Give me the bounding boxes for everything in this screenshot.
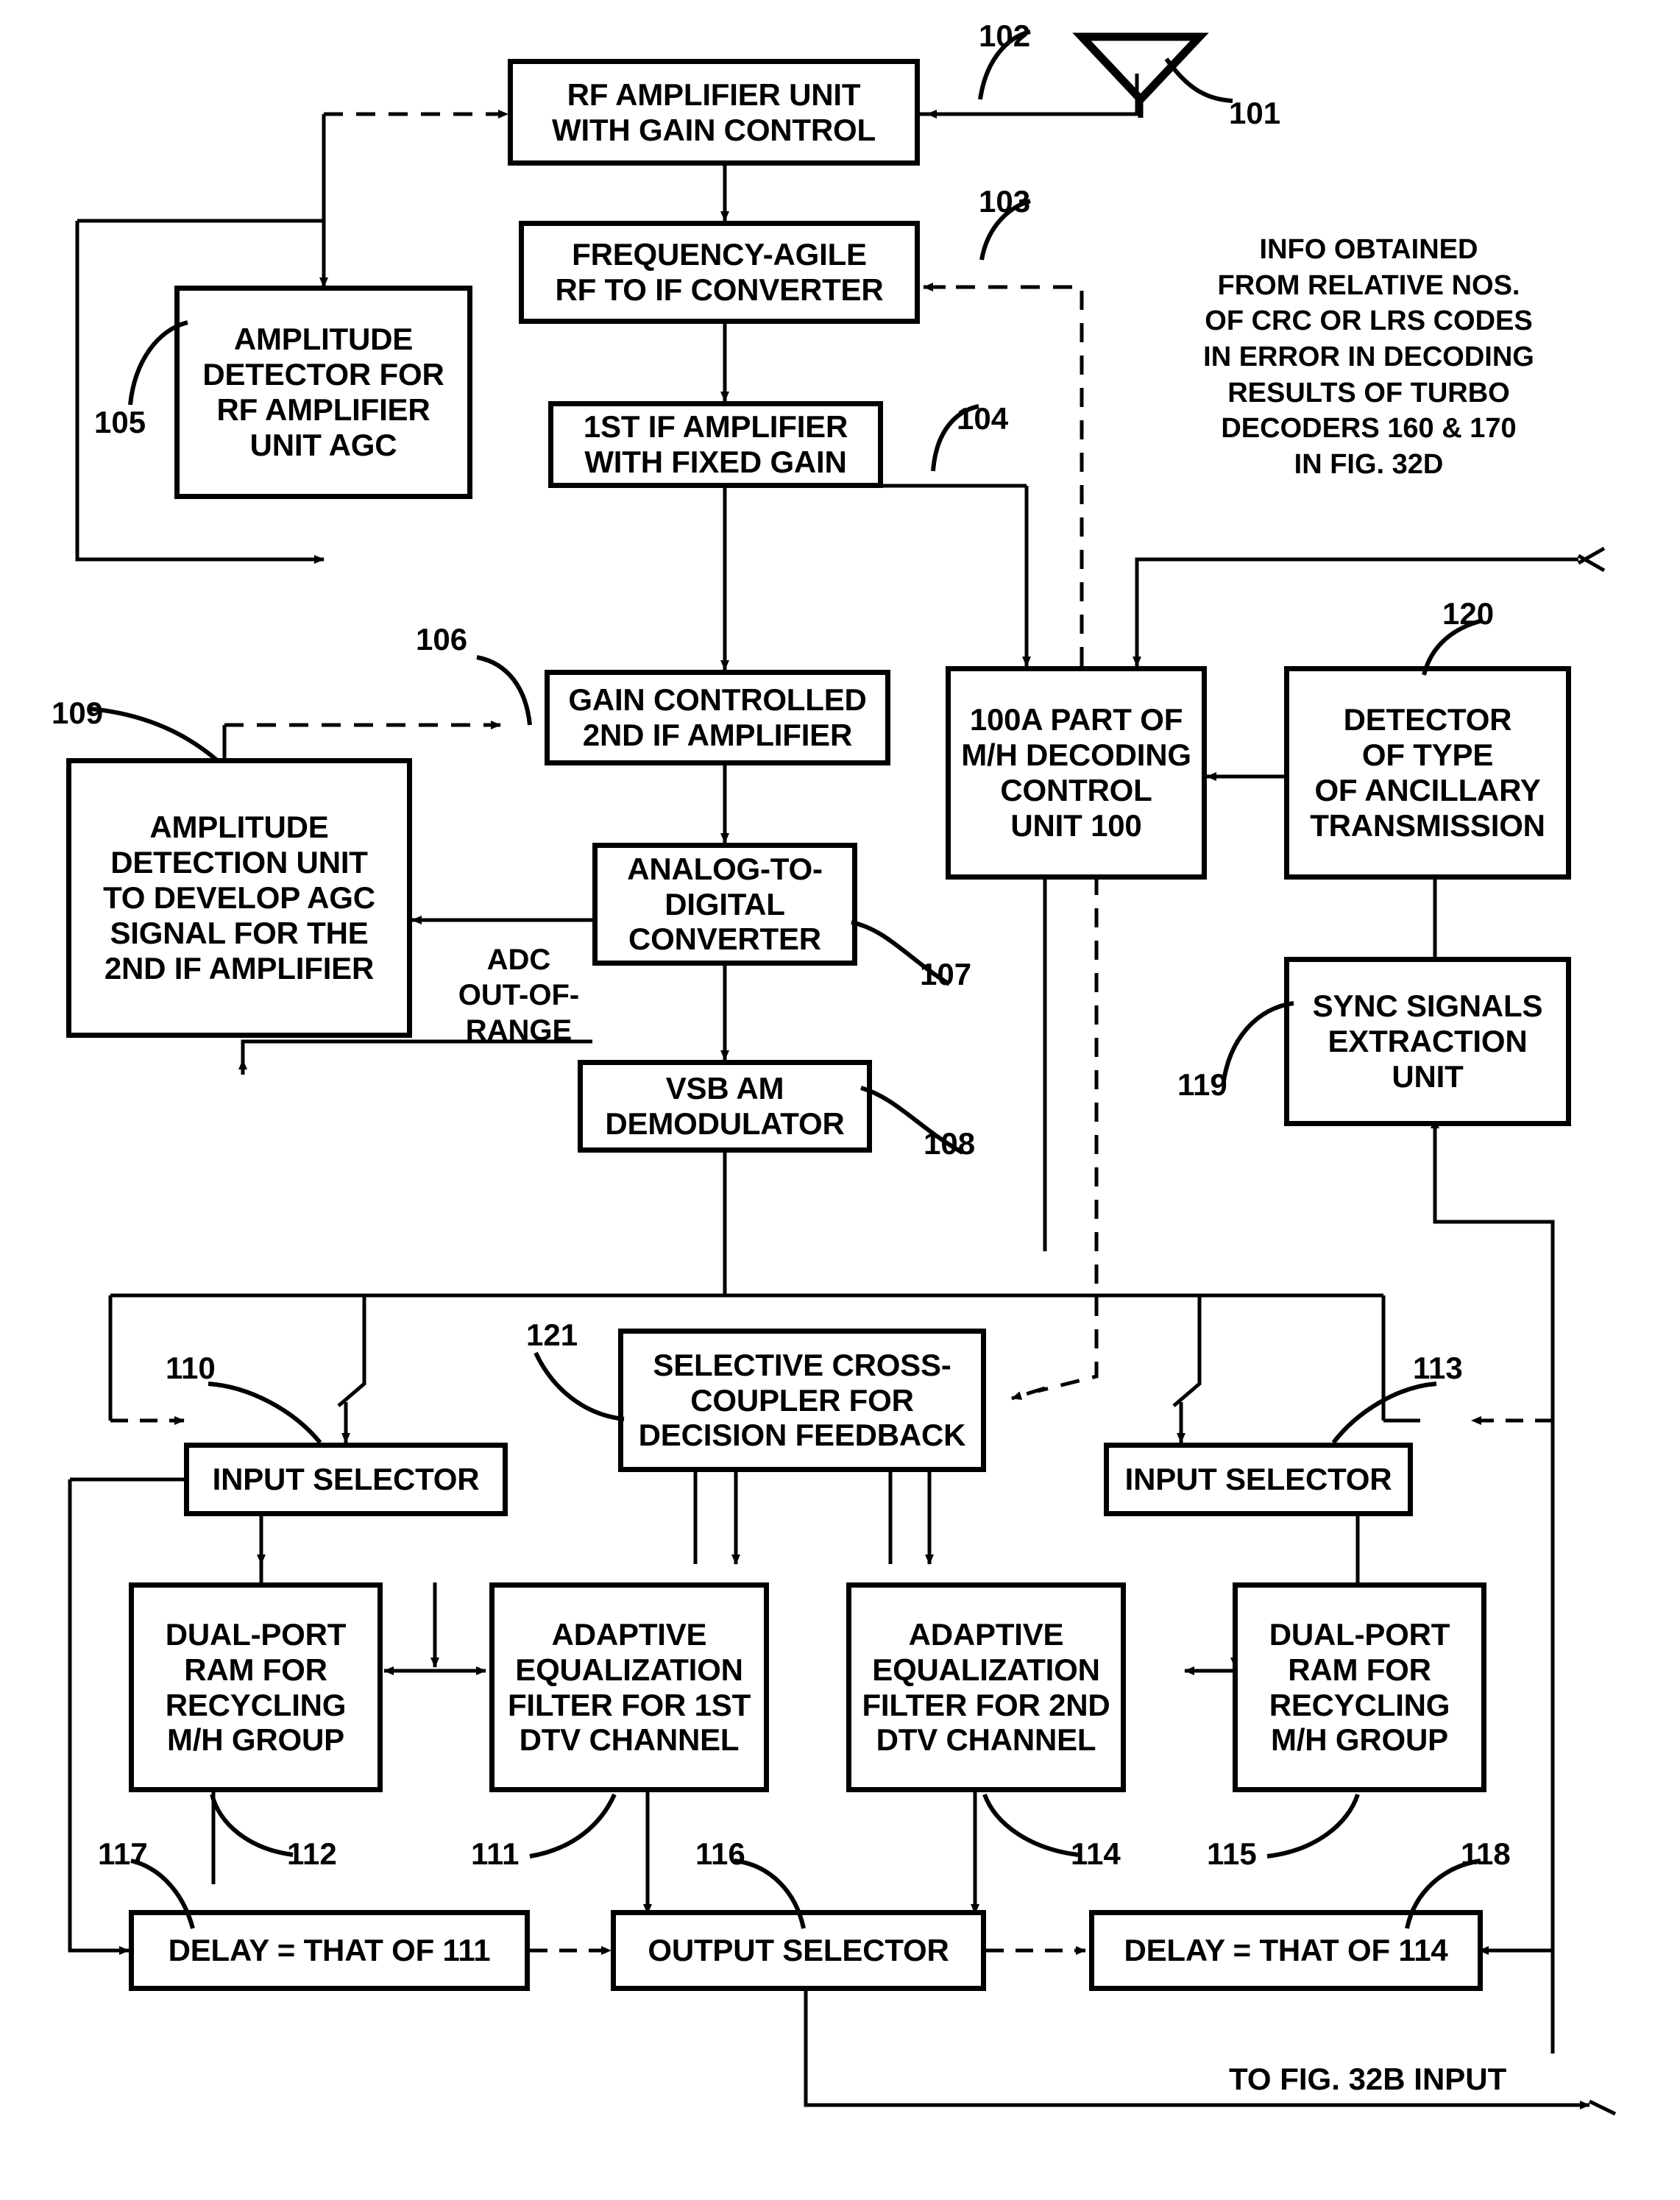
- ref-leader-109: [90, 707, 219, 763]
- ref-116: 116: [695, 1836, 745, 1871]
- ref-119: 119: [1177, 1067, 1227, 1102]
- ref-leader-113: [1331, 1382, 1437, 1444]
- block-ancillary-type-detector-label: DETECTOR OF TYPE OF ANCILLARY TRANSMISSI…: [1310, 702, 1545, 843]
- ref-109: 109: [52, 696, 104, 730]
- block-adaptive-filter-1st-label: ADAPTIVE EQUALIZATION FILTER FOR 1ST DTV…: [507, 1616, 751, 1758]
- block-input-selector-left-label: INPUT SELECTOR: [212, 1462, 480, 1497]
- ref-115: 115: [1207, 1836, 1257, 1871]
- ref-111: 111: [471, 1836, 520, 1871]
- ref-112: 112: [287, 1836, 337, 1871]
- block-delay-right-label: DELAY = THAT OF 114: [1124, 1933, 1448, 1968]
- ref-105: 105: [94, 405, 146, 439]
- block-analog-to-digital-converter-label: ANALOG-TO- DIGITAL CONVERTER: [627, 851, 823, 957]
- ref-106: 106: [416, 622, 468, 657]
- to-fig-32b-label: TO FIG. 32B INPUT: [1229, 2062, 1507, 2096]
- diagram-canvas: 101 RF AMPLIFIER UNIT WITH GAIN CONTROL …: [0, 0, 1680, 2200]
- block-adaptive-filter-2nd-label: ADAPTIVE EQUALIZATION FILTER FOR 2ND DTV…: [862, 1616, 1110, 1758]
- ref-108: 108: [924, 1126, 976, 1161]
- ref-102: 102: [979, 18, 1031, 53]
- block-dual-port-ram-left[interactable]: DUAL-PORT RAM FOR RECYCLING M/H GROUP: [129, 1582, 383, 1792]
- block-amplitude-detector-rf-label: AMPLITUDE DETECTOR FOR RF AMPLIFIER UNIT…: [202, 322, 444, 462]
- ref-leader-121: [534, 1351, 625, 1421]
- block-analog-to-digital-converter[interactable]: ANALOG-TO- DIGITAL CONVERTER: [592, 843, 857, 966]
- ref-117: 117: [98, 1836, 148, 1871]
- ref-120: 120: [1442, 596, 1495, 631]
- ref-104: 104: [957, 401, 1009, 436]
- block-input-selector-left[interactable]: INPUT SELECTOR: [184, 1443, 508, 1516]
- block-mh-decoding-control-unit-label: 100A PART OF M/H DECODING CONTROL UNIT 1…: [961, 702, 1191, 843]
- block-first-if-amplifier[interactable]: 1ST IF AMPLIFIER WITH FIXED GAIN: [548, 401, 883, 488]
- ref-leader-105: [128, 320, 188, 406]
- block-rf-amplifier-unit-label: RF AMPLIFIER UNIT WITH GAIN CONTROL: [552, 77, 876, 147]
- block-delay-left-label: DELAY = THAT OF 111: [168, 1933, 491, 1968]
- ref-leader-115: [1266, 1794, 1360, 1858]
- ref-leader-106: [476, 655, 532, 726]
- block-vsb-am-demodulator-label: VSB AM DEMODULATOR: [605, 1071, 845, 1141]
- adc-out-of-range-label: ADC OUT-OF- RANGE: [458, 944, 580, 1047]
- block-frequency-agile-converter[interactable]: FREQUENCY-AGILE RF TO IF CONVERTER: [519, 221, 920, 324]
- ref-114: 114: [1071, 1836, 1121, 1871]
- block-mh-decoding-control-unit[interactable]: 100A PART OF M/H DECODING CONTROL UNIT 1…: [946, 666, 1207, 880]
- block-output-selector-label: OUTPUT SELECTOR: [648, 1933, 949, 1968]
- block-selective-cross-coupler-label: SELECTIVE CROSS- COUPLER FOR DECISION FE…: [638, 1347, 966, 1453]
- block-dual-port-ram-right-label: DUAL-PORT RAM FOR RECYCLING M/H GROUP: [1269, 1616, 1450, 1758]
- info-obtained-note: INFO OBTAINED FROM RELATIVE NOS. OF CRC …: [1203, 234, 1534, 480]
- block-adaptive-filter-1st[interactable]: ADAPTIVE EQUALIZATION FILTER FOR 1ST DTV…: [489, 1582, 769, 1792]
- block-frequency-agile-converter-label: FREQUENCY-AGILE RF TO IF CONVERTER: [555, 237, 884, 307]
- block-vsb-am-demodulator[interactable]: VSB AM DEMODULATOR: [578, 1060, 872, 1153]
- ref-leader-116: [734, 1858, 806, 1929]
- ref-107: 107: [920, 957, 972, 991]
- block-sync-signals-extraction-label: SYNC SIGNALS EXTRACTION UNIT: [1312, 988, 1543, 1094]
- block-gain-controlled-2nd-if-label: GAIN CONTROLLED 2ND IF AMPLIFIER: [568, 682, 867, 752]
- block-amplitude-detection-unit[interactable]: AMPLITUDE DETECTION UNIT TO DEVELOP AGC …: [66, 758, 412, 1038]
- block-rf-amplifier-unit[interactable]: RF AMPLIFIER UNIT WITH GAIN CONTROL: [508, 59, 920, 166]
- block-dual-port-ram-left-label: DUAL-PORT RAM FOR RECYCLING M/H GROUP: [165, 1616, 347, 1758]
- block-ancillary-type-detector[interactable]: DETECTOR OF TYPE OF ANCILLARY TRANSMISSI…: [1284, 666, 1571, 880]
- block-dual-port-ram-right[interactable]: DUAL-PORT RAM FOR RECYCLING M/H GROUP: [1233, 1582, 1486, 1792]
- ref-101: 101: [1229, 96, 1281, 130]
- block-input-selector-right[interactable]: INPUT SELECTOR: [1104, 1443, 1413, 1516]
- ref-103: 103: [979, 184, 1031, 219]
- block-amplitude-detection-unit-label: AMPLITUDE DETECTION UNIT TO DEVELOP AGC …: [103, 810, 375, 986]
- ref-110: 110: [166, 1351, 216, 1385]
- block-selective-cross-coupler[interactable]: SELECTIVE CROSS- COUPLER FOR DECISION FE…: [618, 1329, 986, 1472]
- ref-121: 121: [526, 1317, 578, 1352]
- block-sync-signals-extraction[interactable]: SYNC SIGNALS EXTRACTION UNIT: [1284, 957, 1571, 1126]
- ref-leader-110: [208, 1382, 322, 1444]
- block-first-if-amplifier-label: 1ST IF AMPLIFIER WITH FIXED GAIN: [583, 409, 848, 479]
- block-input-selector-right-label: INPUT SELECTOR: [1124, 1462, 1392, 1497]
- ref-leader-111: [529, 1793, 617, 1858]
- ref-118: 118: [1461, 1836, 1511, 1871]
- block-gain-controlled-2nd-if[interactable]: GAIN CONTROLLED 2ND IF AMPLIFIER: [545, 670, 890, 765]
- block-adaptive-filter-2nd[interactable]: ADAPTIVE EQUALIZATION FILTER FOR 2ND DTV…: [846, 1582, 1126, 1792]
- ref-113: 113: [1413, 1351, 1463, 1385]
- block-amplitude-detector-rf[interactable]: AMPLITUDE DETECTOR FOR RF AMPLIFIER UNIT…: [174, 286, 472, 499]
